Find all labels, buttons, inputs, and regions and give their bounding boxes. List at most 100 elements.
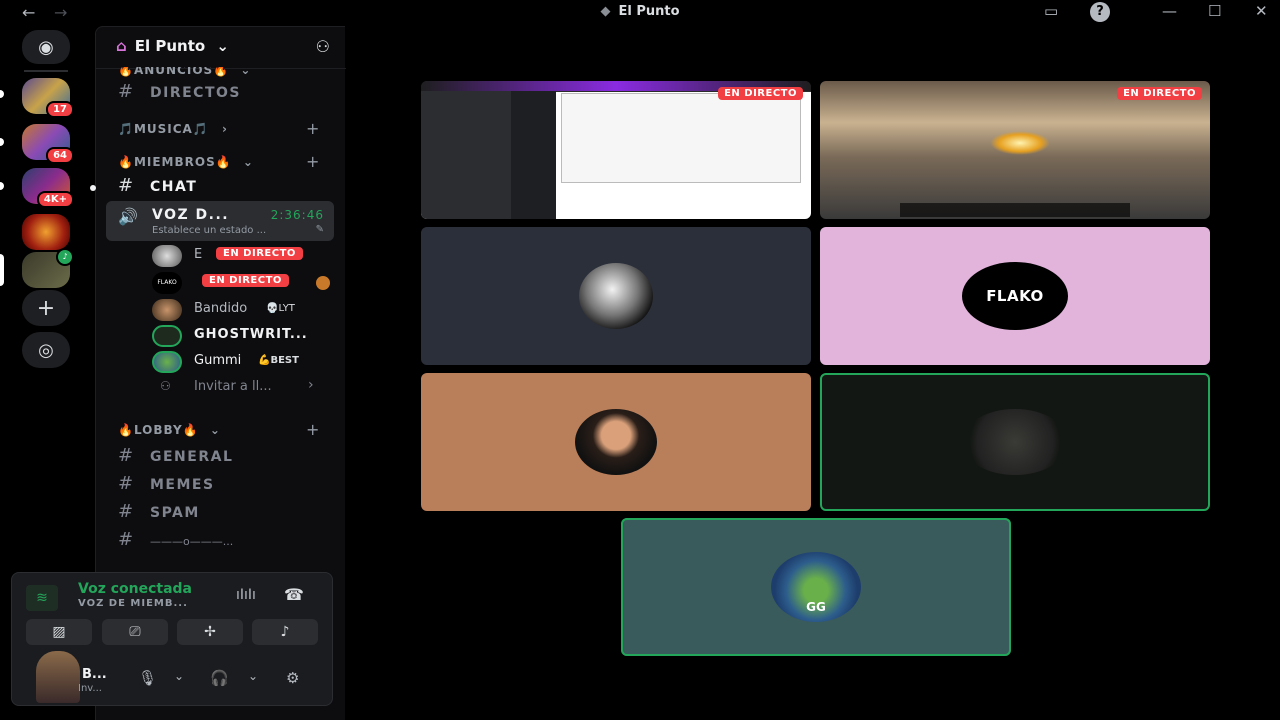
channel-spam[interactable]: # SPAM xyxy=(118,501,330,529)
disconnect-icon[interactable]: ☎ xyxy=(284,585,304,604)
discover-button[interactable]: ◎ xyxy=(22,332,70,368)
hash-icon: # xyxy=(118,175,135,196)
speaker-icon: 🔊 xyxy=(118,207,138,226)
unread-pill xyxy=(0,90,4,98)
category-musica[interactable]: 🎵MUSICA🎵 › + xyxy=(118,119,319,138)
settings-icon[interactable]: ⚙ xyxy=(286,669,299,687)
discord-logo-icon: ◉ xyxy=(38,36,54,58)
connection-signal-icon[interactable]: ≋ xyxy=(26,585,58,611)
guild-name: El Punto xyxy=(134,37,206,55)
camera-off-icon: ▨ xyxy=(52,624,66,640)
channel-memes[interactable]: # MEMES xyxy=(118,473,330,501)
flako-logo: FLAKO xyxy=(962,262,1068,330)
category-miembros[interactable]: 🔥MIEMBROS🔥 ⌄ + xyxy=(118,152,319,171)
inbox-icon[interactable]: ▭ xyxy=(1044,2,1058,20)
voice-user[interactable]: Gummi 💪BEST xyxy=(152,351,332,373)
voice-user-name: E xyxy=(194,247,203,262)
voice-user[interactable]: Bandido 💀LYT xyxy=(152,299,332,321)
soundboard-button[interactable]: ♪ xyxy=(252,619,318,645)
plus-icon: + xyxy=(36,295,56,321)
minimize-button[interactable]: — xyxy=(1162,2,1177,20)
participant-tile[interactable] xyxy=(421,227,811,365)
channel-general[interactable]: # GENERAL xyxy=(118,445,330,473)
voice-channel-link[interactable]: VOZ DE MIEMB... xyxy=(78,598,188,609)
server-icon[interactable] xyxy=(22,214,70,250)
stream-tile-game[interactable]: EN DIRECTO xyxy=(820,81,1210,219)
avatar xyxy=(152,299,182,321)
voice-connected-label: Voz conectada xyxy=(78,581,192,597)
user-panel: ≋ Voz conectada VOZ DE MIEMB... ıIıIı ☎ … xyxy=(11,572,333,706)
user-tag: 💪BEST xyxy=(258,355,299,366)
server-el-punto[interactable]: ♪ xyxy=(22,248,74,288)
user-name: B... xyxy=(82,667,107,682)
hash-icon: # xyxy=(118,529,134,550)
user-avatar[interactable] xyxy=(36,651,80,703)
voice-elapsed-time: 2:36:46 xyxy=(270,208,324,222)
server-folder-1[interactable]: 17 xyxy=(22,78,74,118)
category-label: 🔥MIEMBROS🔥 xyxy=(118,155,232,169)
window-title-text: El Punto xyxy=(618,4,680,19)
maximize-button[interactable]: ☐ xyxy=(1208,2,1221,20)
stream-content xyxy=(561,93,801,183)
guild-header[interactable]: ⌂ El Punto ⌄ ⚇ xyxy=(96,27,346,69)
stream-tile-screen[interactable]: EN DIRECTO xyxy=(421,81,811,219)
stream-content xyxy=(990,131,1050,155)
mention-badge: 4K+ xyxy=(36,191,74,208)
user-tag: 💀LYT xyxy=(266,303,295,314)
channel-directos[interactable]: # DIRECTOS xyxy=(118,81,330,109)
voice-channel-name: VOZ D... xyxy=(152,207,230,223)
avatar xyxy=(152,245,182,267)
share-screen-button[interactable]: ⎚ xyxy=(102,619,168,645)
hash-icon: # xyxy=(118,501,135,522)
chevron-down-icon[interactable]: ⌄ xyxy=(174,669,184,683)
microphone-icon[interactable]: 🎙 xyxy=(138,669,157,687)
window-title: ◆ El Punto xyxy=(0,4,1280,19)
add-channel-icon[interactable]: + xyxy=(306,152,320,171)
channel-label: CHAT xyxy=(150,179,198,195)
participant-tile-flako[interactable]: FLAKO xyxy=(820,227,1210,365)
soundboard-icon: ♪ xyxy=(280,624,290,640)
invite-to-voice-row[interactable]: ⚇ Invitar a ll... › xyxy=(152,377,332,399)
channel-label: MEMES xyxy=(150,477,215,493)
unread-pill xyxy=(0,138,4,146)
chevron-right-icon: › xyxy=(221,122,228,136)
invite-label: Invitar a ll... xyxy=(194,379,272,394)
activities-button[interactable]: ✢ xyxy=(177,619,243,645)
avatar: FLAKO xyxy=(152,272,182,294)
server-folder-2[interactable]: 64 xyxy=(22,124,74,164)
add-channel-icon[interactable]: + xyxy=(306,119,320,138)
edit-icon[interactable]: ✎ xyxy=(316,224,324,235)
invite-people-icon[interactable]: ⚇ xyxy=(316,37,330,56)
add-channel-icon[interactable]: + xyxy=(306,420,320,439)
voice-user[interactable]: GHOSTWRIT... xyxy=(152,325,332,347)
gg-logo: GG xyxy=(771,552,861,622)
participant-tile[interactable] xyxy=(421,373,811,511)
add-server-button[interactable]: + xyxy=(22,290,70,326)
discord-home-button[interactable]: ◉ xyxy=(22,30,70,64)
voice-status-text[interactable]: Establece un estado ... xyxy=(152,225,266,236)
help-icon[interactable]: ? xyxy=(1090,2,1110,22)
participant-tile-speaking[interactable]: GG xyxy=(621,518,1011,656)
close-button[interactable]: ✕ xyxy=(1255,2,1268,20)
channel-label: SPAM xyxy=(150,505,200,521)
category-lobby[interactable]: 🔥LOBBY🔥 ⌄ + xyxy=(118,420,319,439)
headphones-icon[interactable]: 🎧 xyxy=(210,669,229,687)
participant-tile-speaking[interactable] xyxy=(820,373,1210,511)
voice-user[interactable]: E EN DIRECTO xyxy=(152,245,332,267)
voice-channel-voz[interactable]: 🔊 VOZ D... 2:36:46 Establece un estado .… xyxy=(106,201,334,241)
channel-chat[interactable]: # CHAT xyxy=(90,175,330,203)
live-badge: EN DIRECTO xyxy=(216,247,303,260)
noise-suppression-icon[interactable]: ıIıIı xyxy=(236,587,256,603)
stream-content xyxy=(511,91,556,219)
server-folder-3[interactable]: 4K+ xyxy=(22,168,74,208)
camera-button[interactable]: ▨ xyxy=(26,619,92,645)
voice-user-name: Bandido xyxy=(194,301,248,316)
stream-content xyxy=(421,91,511,219)
chevron-down-icon[interactable]: ⌄ xyxy=(248,669,258,683)
chevron-right-icon: › xyxy=(308,377,314,393)
invite-user-icon: ⚇ xyxy=(160,379,171,393)
voice-user[interactable]: FLAKO EN DIRECTO xyxy=(152,272,332,294)
avatar xyxy=(152,351,182,373)
unread-pill xyxy=(0,182,4,190)
channel-divider[interactable]: # ———o———... xyxy=(118,529,330,557)
